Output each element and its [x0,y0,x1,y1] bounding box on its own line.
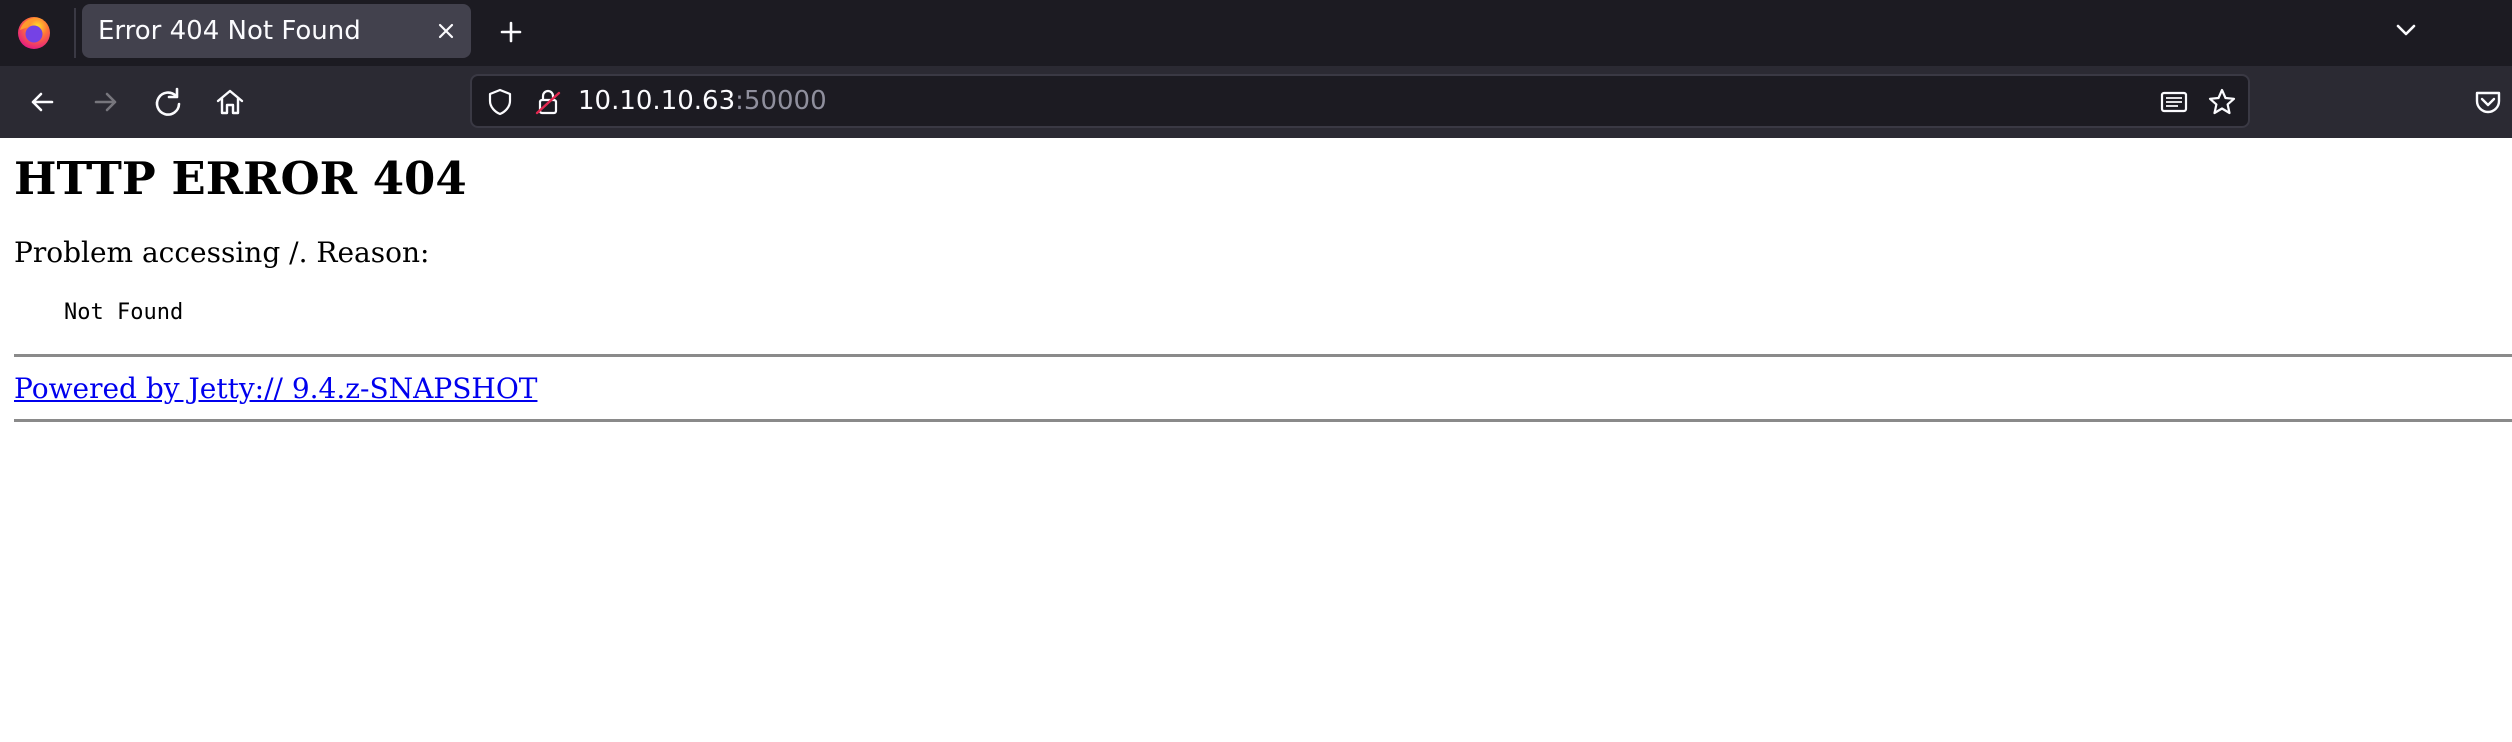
reload-icon [155,87,181,116]
arrow-right-icon [94,92,117,112]
arrow-left-icon [31,92,54,112]
close-icon[interactable] [431,16,461,46]
home-button[interactable] [208,80,252,124]
url-text[interactable]: 10.10.10.63:50000 [578,76,827,126]
page-content: HTTP ERROR 404 Problem accessing /. Reas… [0,138,2512,742]
reader-view-icon[interactable] [2158,86,2190,118]
problem-text: Problem accessing /. Reason: [14,236,430,269]
url-port: :50000 [735,86,827,116]
list-all-tabs-button[interactable] [2386,10,2426,50]
reason-text: Not Found [64,300,184,325]
back-button[interactable] [20,80,64,124]
plus-icon [500,21,522,43]
tab-title: Error 404 Not Found [98,16,361,46]
navigation-toolbar: 10.10.10.63:50000 [0,66,2512,204]
divider-bottom [14,419,2512,422]
star-icon[interactable] [2206,86,2238,118]
tab-divider [74,8,76,58]
shield-icon[interactable] [484,86,516,118]
reload-button[interactable] [146,80,190,124]
divider-top [14,354,2512,357]
url-bar[interactable]: 10.10.10.63:50000 [470,74,2250,128]
firefox-logo-icon[interactable] [14,12,54,52]
forward-button[interactable] [84,80,128,124]
chevron-down-icon [2396,24,2416,36]
new-tab-button[interactable] [491,12,531,52]
tab-strip: Error 404 Not Found [0,0,2512,66]
tab-active[interactable]: Error 404 Not Found [82,4,471,58]
lock-warning-icon[interactable] [532,86,564,118]
home-icon [216,89,244,115]
browser-window: Error 404 Not Found 10.10.10.63:50000 HT… [0,0,2512,742]
url-host: 10.10.10.63 [578,86,736,116]
powered-by-jetty-link[interactable]: Powered by Jetty:// 9.4.z-SNAPSHOT [14,372,537,405]
pocket-button[interactable] [2466,80,2510,124]
pocket-icon [2475,91,2501,114]
page-title: HTTP ERROR 404 [14,152,467,205]
